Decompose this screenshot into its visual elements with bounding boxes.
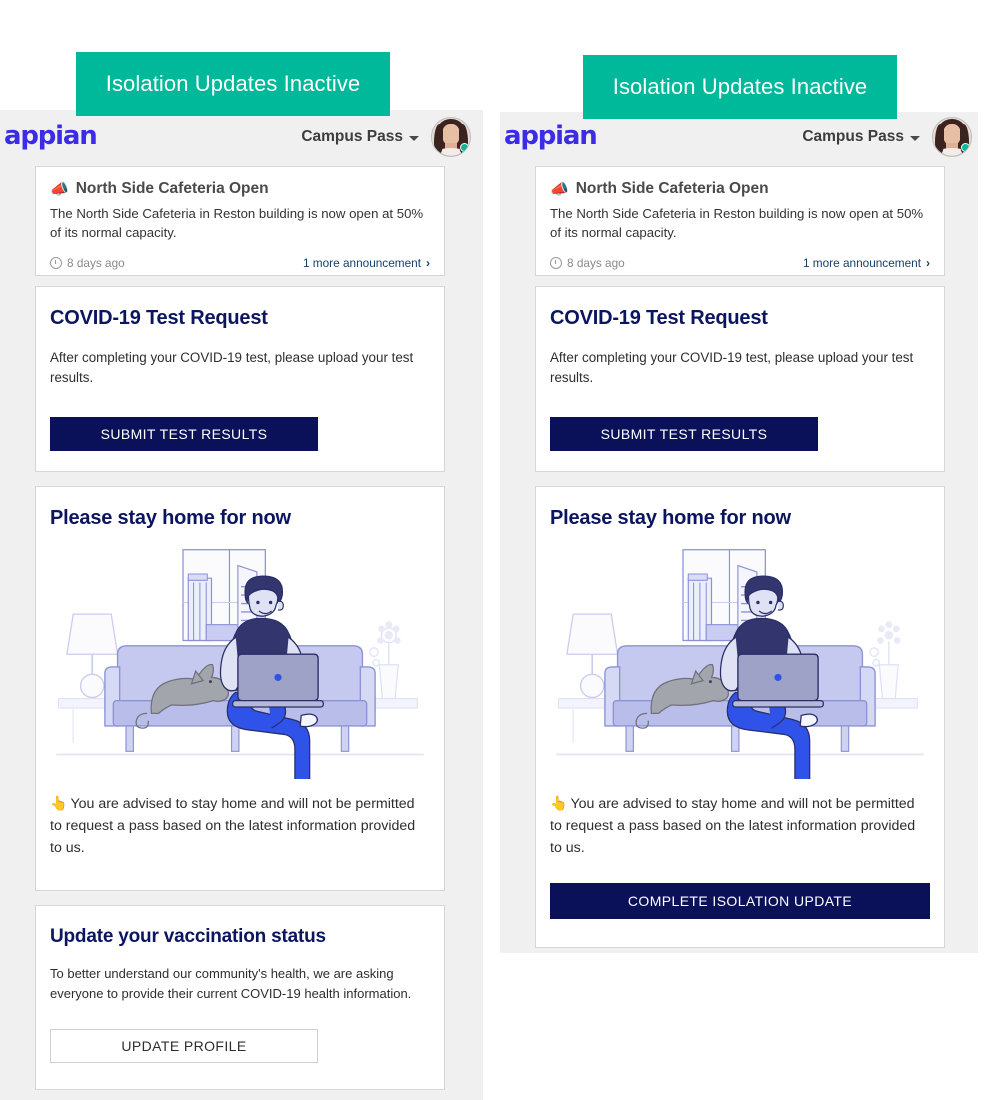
stay-home-advisory-text-right: You are advised to stay home and will no…	[550, 795, 916, 856]
vaccination-title: Update your vaccination status	[50, 926, 326, 947]
chevron-right-icon-right: ›	[926, 256, 930, 271]
avatar-right[interactable]	[932, 117, 972, 157]
covid-test-request-body-right: After completing your COVID-19 test, ple…	[550, 350, 914, 386]
announcement-footer: 8 days ago 1 more announcement ›	[50, 256, 430, 270]
avatar-hair-left-r	[935, 124, 944, 154]
stay-home-title: Please stay home for now	[50, 507, 291, 529]
person-on-couch-with-laptop-and-dog-illustration-right	[556, 549, 924, 779]
more-announcements-link-right[interactable]: 1 more announcement ›	[803, 256, 930, 270]
status-dot-icon	[460, 143, 469, 152]
announcement-timestamp-right: 8 days ago	[550, 256, 625, 270]
more-announcements-label-right: 1 more announcement	[802, 256, 921, 271]
announcement-title-text: North Side Cafeteria Open	[75, 180, 269, 197]
announcement-timestamp: 8 days ago	[50, 256, 125, 270]
header-right-group-2: Campus Pass	[802, 112, 972, 162]
person-on-couch-with-laptop-and-dog-illustration	[56, 549, 424, 779]
stay-home-illustration-right	[550, 536, 930, 779]
announcement-time-text: 8 days ago	[67, 256, 125, 271]
announcement-card-right: 📣 North Side Cafeteria Open The North Si…	[535, 166, 945, 276]
campus-pass-menu-right[interactable]: Campus Pass	[802, 128, 920, 146]
announcement-title: 📣 North Side Cafeteria Open	[50, 180, 430, 198]
campus-pass-label: Campus Pass	[301, 128, 403, 145]
header-right-group: Campus Pass	[301, 112, 471, 162]
pointing-hand-icon: 👆	[50, 794, 68, 811]
banner-label-right: Isolation Updates Inactive	[612, 74, 868, 99]
stay-home-advisory: 👆 You are advised to stay home and will n…	[50, 793, 430, 859]
avatar[interactable]	[431, 117, 471, 157]
app-header-left: appian Campus Pass	[0, 112, 483, 162]
covid-test-request-title-right: COVID-19 Test Request	[550, 307, 768, 329]
covid-test-request-title: COVID-19 Test Request	[50, 307, 268, 329]
appian-logo-right[interactable]: appian	[504, 123, 598, 149]
stay-home-card-right: Please stay home for now 👆 You are advis…	[535, 486, 945, 948]
vaccination-card: Update your vaccination status To better…	[35, 905, 445, 1090]
covid-test-request-body: After completing your COVID-19 test, ple…	[50, 350, 414, 386]
avatar-hair-left	[434, 124, 443, 154]
chevron-down-icon-right	[910, 136, 920, 141]
appian-logo[interactable]: appian	[4, 123, 98, 149]
megaphone-icon-right: 📣	[550, 180, 569, 198]
covid-test-request-card-right: COVID-19 Test Request After completing y…	[535, 286, 945, 472]
chevron-right-icon: ›	[426, 256, 430, 271]
chevron-down-icon	[409, 136, 419, 141]
announcement-time-text-right: 8 days ago	[567, 256, 625, 271]
stay-home-title-right: Please stay home for now	[550, 507, 791, 529]
stay-home-advisory-text: You are advised to stay home and will no…	[50, 795, 416, 856]
more-announcements-link[interactable]: 1 more announcement ›	[303, 256, 430, 270]
more-announcements-label: 1 more announcement	[302, 256, 421, 271]
clock-icon-right	[550, 257, 562, 270]
app-header-right: appian Campus Pass	[500, 112, 978, 162]
status-dot-icon-right	[961, 143, 970, 152]
vaccination-body: To better understand our community's hea…	[50, 966, 412, 1001]
announcement-body: The North Side Cafeteria in Reston build…	[50, 206, 424, 241]
complete-isolation-update-button[interactable]: COMPLETE ISOLATION UPDATE	[550, 882, 930, 919]
screen: Isolation Updates Inactive appian Campus…	[0, 0, 998, 1100]
campus-pass-menu[interactable]: Campus Pass	[301, 128, 419, 146]
announcement-footer-right: 8 days ago 1 more announcement ›	[550, 256, 930, 270]
stay-home-advisory-right: 👆 You are advised to stay home and will n…	[550, 793, 930, 859]
clock-icon	[50, 257, 62, 270]
announcement-card: 📣 North Side Cafeteria Open The North Si…	[35, 166, 445, 276]
banner-label: Isolation Updates Inactive	[105, 71, 361, 96]
submit-test-results-button-right[interactable]: SUBMIT TEST RESULTS	[550, 417, 818, 452]
stay-home-card: Please stay home for now 👆 You are advis…	[35, 486, 445, 891]
announcement-title-right: 📣 North Side Cafeteria Open	[550, 180, 930, 198]
covid-test-request-card: COVID-19 Test Request After completing y…	[35, 286, 445, 472]
isolation-status-banner-right: Isolation Updates Inactive	[583, 55, 897, 119]
submit-test-results-button[interactable]: SUBMIT TEST RESULTS	[50, 417, 318, 452]
announcement-title-text-right: North Side Cafeteria Open	[575, 180, 769, 197]
megaphone-icon: 📣	[50, 180, 69, 198]
pointing-hand-icon-right: 👆	[550, 794, 568, 811]
campus-pass-label-right: Campus Pass	[802, 128, 904, 145]
update-profile-button[interactable]: UPDATE PROFILE	[50, 1029, 318, 1063]
announcement-body-right: The North Side Cafeteria in Reston build…	[550, 206, 924, 241]
stay-home-illustration	[50, 536, 430, 779]
isolation-status-banner-left: Isolation Updates Inactive	[76, 52, 390, 116]
